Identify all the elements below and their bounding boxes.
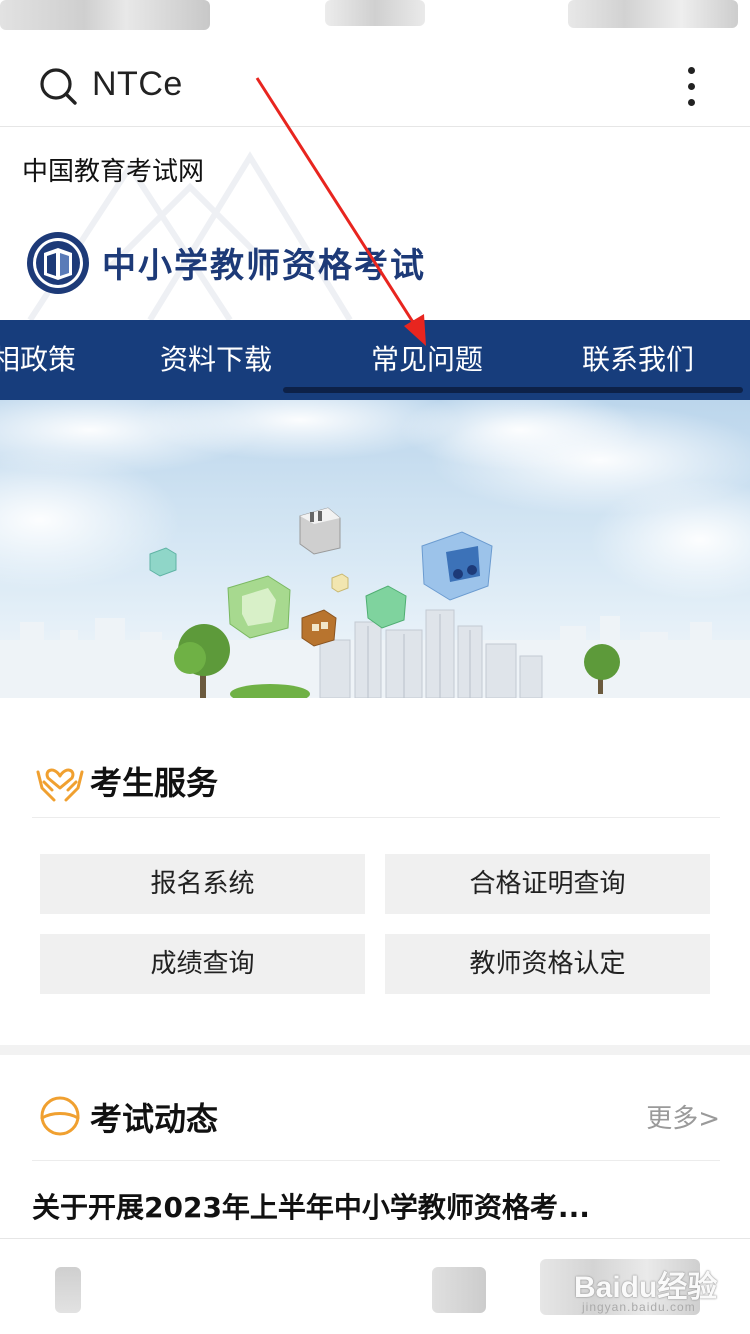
hero-banner-image[interactable] <box>0 400 750 698</box>
hero-illustration <box>0 400 750 698</box>
news-title: 考试动态 <box>90 1100 219 1138</box>
services-title: 考生服务 <box>90 764 219 802</box>
planet-icon <box>40 1096 80 1136</box>
bottom-blur-center <box>432 1267 486 1313</box>
news-divider <box>32 1160 720 1161</box>
search-query-text[interactable]: NTCe <box>92 62 183 106</box>
qualification-certificate-query-button[interactable]: 合格证明查询 <box>385 854 710 914</box>
nav-scroll-indicator <box>283 387 743 393</box>
bottom-blur-left <box>55 1267 81 1313</box>
score-query-button[interactable]: 成绩查询 <box>40 934 365 994</box>
app-header: NTCe <box>0 40 750 127</box>
heart-hands-icon <box>36 768 84 802</box>
baidu-watermark-url: jingyan.baidu.com <box>582 1300 696 1314</box>
status-bar <box>0 0 750 40</box>
ntce-logo-icon <box>27 232 89 294</box>
registration-system-button[interactable]: 报名系统 <box>40 854 365 914</box>
nav-item-faq[interactable]: 常见问题 <box>371 338 483 378</box>
site-name[interactable]: 中国教育考试网 <box>22 151 204 188</box>
site-title: 中小学教师资格考试 <box>102 246 426 286</box>
teacher-qualification-accreditation-button[interactable]: 教师资格认定 <box>385 934 710 994</box>
news-section-header: 考试动态 更多> <box>32 1074 720 1154</box>
section-divider <box>0 1045 750 1055</box>
more-options-icon[interactable] <box>676 64 706 108</box>
status-blur-right <box>568 0 738 28</box>
news-more-link[interactable]: 更多> <box>646 1098 720 1135</box>
services-section-header: 考生服务 <box>32 738 720 818</box>
site-banner: 中国教育考试网 中小学教师资格考试 <box>0 127 750 320</box>
search-icon[interactable] <box>38 66 78 106</box>
nav-item-downloads[interactable]: 资料下载 <box>160 338 272 378</box>
nav-item-contact[interactable]: 联系我们 <box>582 338 694 378</box>
nav-item-policy[interactable]: 相政策 <box>0 338 76 378</box>
status-blur-left <box>0 0 210 30</box>
news-list-item[interactable]: 关于开展2023年上半年中小学教师资格考... <box>32 1186 590 1226</box>
status-blur-center <box>325 0 425 26</box>
